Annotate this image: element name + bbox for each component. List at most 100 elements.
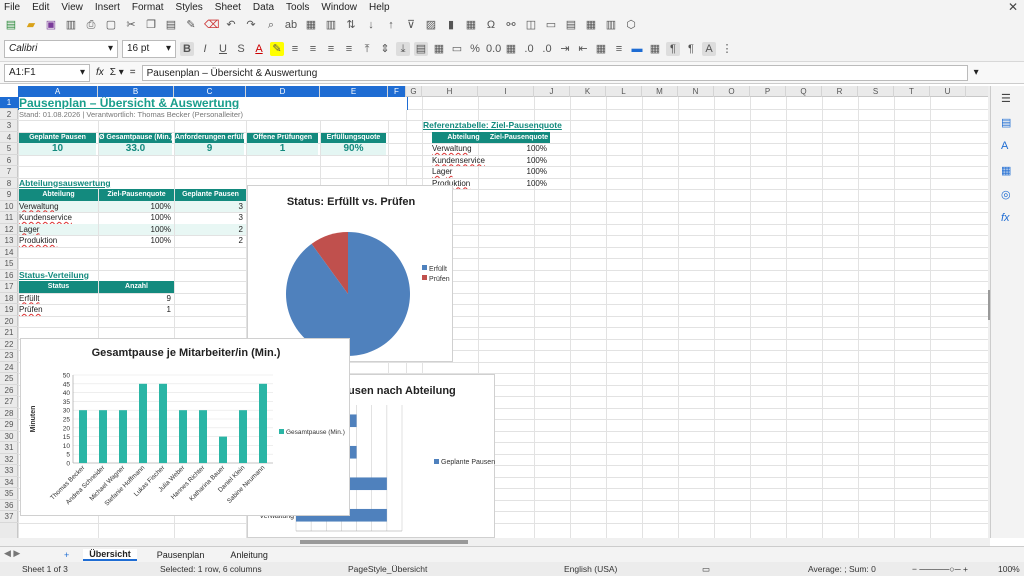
row-header[interactable]: 6 bbox=[0, 155, 18, 166]
row-header[interactable]: 17 bbox=[0, 281, 18, 293]
column-header[interactable]: R bbox=[822, 86, 858, 97]
menu-item-insert[interactable]: Insert bbox=[95, 2, 120, 13]
cell[interactable]: 2 bbox=[175, 223, 246, 235]
row-header[interactable]: 25 bbox=[0, 373, 18, 385]
row-header[interactable]: 2 bbox=[0, 109, 18, 120]
cell[interactable]: Lager bbox=[432, 166, 495, 178]
cell[interactable]: 33.0 bbox=[99, 143, 172, 155]
formula-equals-icon[interactable]: = bbox=[130, 67, 136, 78]
row-header[interactable]: 36 bbox=[0, 500, 18, 511]
cell[interactable]: 10 bbox=[19, 143, 96, 155]
show-draw-icon[interactable]: ⬡ bbox=[624, 18, 638, 32]
column-header[interactable]: L bbox=[606, 86, 642, 97]
freeze-icon[interactable]: ▦ bbox=[584, 18, 598, 32]
cell[interactable]: Produktion bbox=[19, 235, 98, 247]
functions-icon[interactable]: fx bbox=[1001, 212, 1010, 224]
cell[interactable]: 100% bbox=[488, 155, 550, 167]
menu-item-format[interactable]: Format bbox=[132, 2, 164, 13]
menu-item-data[interactable]: Data bbox=[253, 2, 274, 13]
column-header[interactable]: E bbox=[320, 86, 388, 97]
save-icon[interactable]: ▣ bbox=[44, 18, 58, 32]
row-header[interactable]: 33 bbox=[0, 465, 18, 477]
cut-icon[interactable]: ✂ bbox=[124, 18, 138, 32]
clone-format-icon[interactable]: ✎ bbox=[184, 18, 198, 32]
cell[interactable]: 1 bbox=[247, 143, 318, 155]
cell[interactable]: Kundenservice bbox=[19, 212, 98, 224]
properties-icon[interactable]: ▤ bbox=[1001, 116, 1011, 129]
cell[interactable]: Verwaltung bbox=[432, 143, 495, 155]
sum-icon[interactable]: Σ ▾ bbox=[110, 67, 124, 78]
row-header[interactable]: 20 bbox=[0, 316, 18, 327]
border-color-icon[interactable]: ▬ bbox=[630, 42, 644, 56]
delete-decimal-icon[interactable]: .0 bbox=[540, 42, 554, 56]
menu-icon[interactable]: ☰ bbox=[1001, 92, 1011, 105]
cell[interactable]: Erfüllungsquote bbox=[321, 132, 386, 143]
hscroll-thumb[interactable] bbox=[300, 540, 468, 544]
gesamtpause-chart[interactable]: Gesamtpause je Mitarbeiter/in (Min.) 051… bbox=[20, 338, 350, 516]
row-header[interactable]: 19 bbox=[0, 304, 18, 316]
align-top-icon[interactable]: ⤒ bbox=[360, 42, 374, 56]
cell[interactable]: Abteilung bbox=[19, 189, 98, 201]
copy-icon[interactable]: ❐ bbox=[144, 18, 158, 32]
tab-anleitung[interactable]: Anleitung bbox=[224, 550, 274, 560]
row-header[interactable]: 26 bbox=[0, 385, 18, 396]
open-icon[interactable]: ▰ bbox=[24, 18, 38, 32]
new-icon[interactable]: ▤ bbox=[4, 18, 18, 32]
row-header[interactable]: 5 bbox=[0, 143, 18, 155]
gallery-icon[interactable]: ▦ bbox=[1001, 164, 1011, 177]
cell[interactable]: 100% bbox=[488, 143, 550, 155]
cell[interactable]: Abteilungsauswertung bbox=[19, 178, 169, 190]
menu-item-styles[interactable]: Styles bbox=[176, 2, 203, 13]
print-icon[interactable]: ⎙ bbox=[84, 18, 98, 32]
cell[interactable]: Anforderungen erfüllt bbox=[175, 132, 244, 143]
font-color-icon[interactable]: A bbox=[252, 42, 266, 56]
column-header[interactable]: T bbox=[894, 86, 930, 97]
row-header[interactable]: 29 bbox=[0, 419, 18, 431]
column-header[interactable]: O bbox=[714, 86, 750, 97]
tab-pausenplan[interactable]: Pausenplan bbox=[151, 550, 211, 560]
row-header[interactable]: 28 bbox=[0, 408, 18, 419]
column-header[interactable]: H bbox=[422, 86, 478, 97]
row-header[interactable]: 12 bbox=[0, 224, 18, 235]
cell[interactable]: Referenztabelle: Ziel-Pausenquote bbox=[423, 120, 583, 132]
column-header[interactable]: G bbox=[406, 86, 422, 97]
name-box[interactable]: A1:F1 ▾ bbox=[4, 63, 90, 82]
decrease-indent-icon[interactable]: ⇤ bbox=[576, 42, 590, 56]
number-format-icon[interactable]: 0.0 bbox=[486, 42, 501, 56]
highlight-icon[interactable]: ✎ bbox=[270, 41, 284, 56]
strikethrough-icon[interactable]: S bbox=[234, 42, 248, 56]
row-header[interactable]: 22 bbox=[0, 339, 18, 350]
tab-nav-icons[interactable]: ◀ ▶ bbox=[4, 548, 20, 559]
sort-icon[interactable]: ⇅ bbox=[344, 18, 358, 32]
sort-desc-icon[interactable]: ↑ bbox=[384, 18, 398, 32]
add-sheet-icon[interactable]: + bbox=[64, 550, 69, 560]
cell[interactable]: 100% bbox=[99, 212, 174, 224]
cell[interactable]: 3 bbox=[175, 200, 246, 212]
column-header[interactable]: K bbox=[570, 86, 606, 97]
cell[interactable]: 3 bbox=[175, 212, 246, 224]
menu-item-window[interactable]: Window bbox=[321, 2, 357, 13]
border-style-icon[interactable]: ≡ bbox=[612, 42, 626, 56]
menu-item-tools[interactable]: Tools bbox=[286, 2, 309, 13]
row-header[interactable]: 16 bbox=[0, 270, 18, 281]
justify-icon[interactable]: ≡ bbox=[342, 42, 356, 56]
date-icon[interactable]: ▦ bbox=[504, 42, 518, 56]
row-header[interactable]: 3 bbox=[0, 120, 18, 132]
row-header[interactable]: 21 bbox=[0, 327, 18, 339]
paste-icon[interactable]: ▤ bbox=[164, 18, 178, 32]
zoom-slider[interactable]: − ─────○─ + bbox=[912, 564, 968, 574]
image-icon[interactable]: ▨ bbox=[424, 18, 438, 32]
selection-mode-icon[interactable]: ▭ bbox=[702, 564, 710, 575]
cell[interactable]: Ø Gesamtpause (Min.) bbox=[99, 132, 172, 143]
increase-indent-icon[interactable]: ⇥ bbox=[558, 42, 572, 56]
redo-icon[interactable]: ↷ bbox=[244, 18, 258, 32]
more-icon[interactable]: ⋮ bbox=[720, 42, 734, 56]
horizontal-scrollbar[interactable] bbox=[0, 538, 990, 546]
underline-icon[interactable]: U bbox=[216, 42, 230, 56]
cell[interactable]: Ziel-Pausenquote bbox=[488, 131, 550, 143]
wrap-text-icon[interactable]: ▤ bbox=[414, 41, 428, 56]
align-bottom-icon[interactable]: ⤓ bbox=[396, 41, 410, 56]
vertical-text-icon[interactable]: A bbox=[702, 41, 716, 56]
row-icon[interactable]: ▦ bbox=[304, 18, 318, 32]
column-header[interactable]: C bbox=[174, 86, 246, 97]
